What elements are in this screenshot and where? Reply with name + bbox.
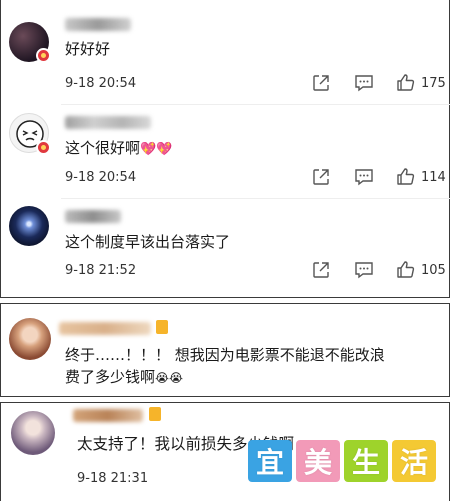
watermark-char: 宜 <box>248 440 292 482</box>
watermark-char: 生 <box>344 440 388 482</box>
comment-icon[interactable] <box>354 261 374 279</box>
comment-text: 这个很好啊💖💖 <box>65 139 173 157</box>
share-icon[interactable] <box>312 168 330 186</box>
comment-text-line2: 费了多少钱啊😭😭 <box>65 368 184 386</box>
thumbs-up-icon[interactable] <box>396 73 415 92</box>
like-count: 114 <box>421 170 446 185</box>
comment-icon[interactable] <box>354 168 374 186</box>
avatar[interactable] <box>9 318 51 360</box>
username-blurred <box>65 210 121 223</box>
thumbs-up-icon[interactable] <box>396 260 415 279</box>
watermark-logo: 宜 美 生 活 <box>248 440 436 482</box>
like-count: 175 <box>421 76 446 91</box>
comment-time: 9-18 20:54 <box>65 170 137 185</box>
verified-badge-icon <box>36 48 51 63</box>
comment-icon[interactable] <box>354 74 374 92</box>
avatar[interactable] <box>11 411 55 455</box>
username-blurred <box>65 116 151 129</box>
crying-emoji: 😭😭 <box>155 371 184 385</box>
like-count: 105 <box>421 263 446 278</box>
username-blurred <box>73 409 143 422</box>
comment-time: 9-18 20:54 <box>65 76 137 91</box>
verified-badge-icon <box>36 140 51 155</box>
crown-badge-icon <box>149 407 161 421</box>
comment-time: 9-18 21:31 <box>77 471 149 486</box>
comment-text: 这个制度早该出台落实了 <box>65 233 231 251</box>
comment-panel-middle: 终于……！！！ 想我因为电影票不能退不能改浪 费了多少钱啊😭😭 <box>0 303 450 397</box>
watermark-char: 活 <box>392 440 436 482</box>
heart-emoji: 💖💖 <box>140 142 173 157</box>
comment-panel-top: 好好好 9-18 20:54 175 这个很好啊💖💖 9-18 20:54 11… <box>0 0 450 298</box>
username-blurred <box>59 322 151 335</box>
watermark-char: 美 <box>296 440 340 482</box>
share-icon[interactable] <box>312 261 330 279</box>
avatar[interactable] <box>9 206 49 246</box>
username-blurred <box>65 18 131 31</box>
thumbs-up-icon[interactable] <box>396 167 415 186</box>
divider <box>61 198 450 199</box>
comment-text: 好好好 <box>65 40 111 58</box>
crown-badge-icon <box>156 320 168 334</box>
comment-time: 9-18 21:52 <box>65 263 137 278</box>
divider <box>61 104 450 105</box>
comment-text-line1: 终于……！！！ 想我因为电影票不能退不能改浪 <box>65 346 385 364</box>
share-icon[interactable] <box>312 74 330 92</box>
